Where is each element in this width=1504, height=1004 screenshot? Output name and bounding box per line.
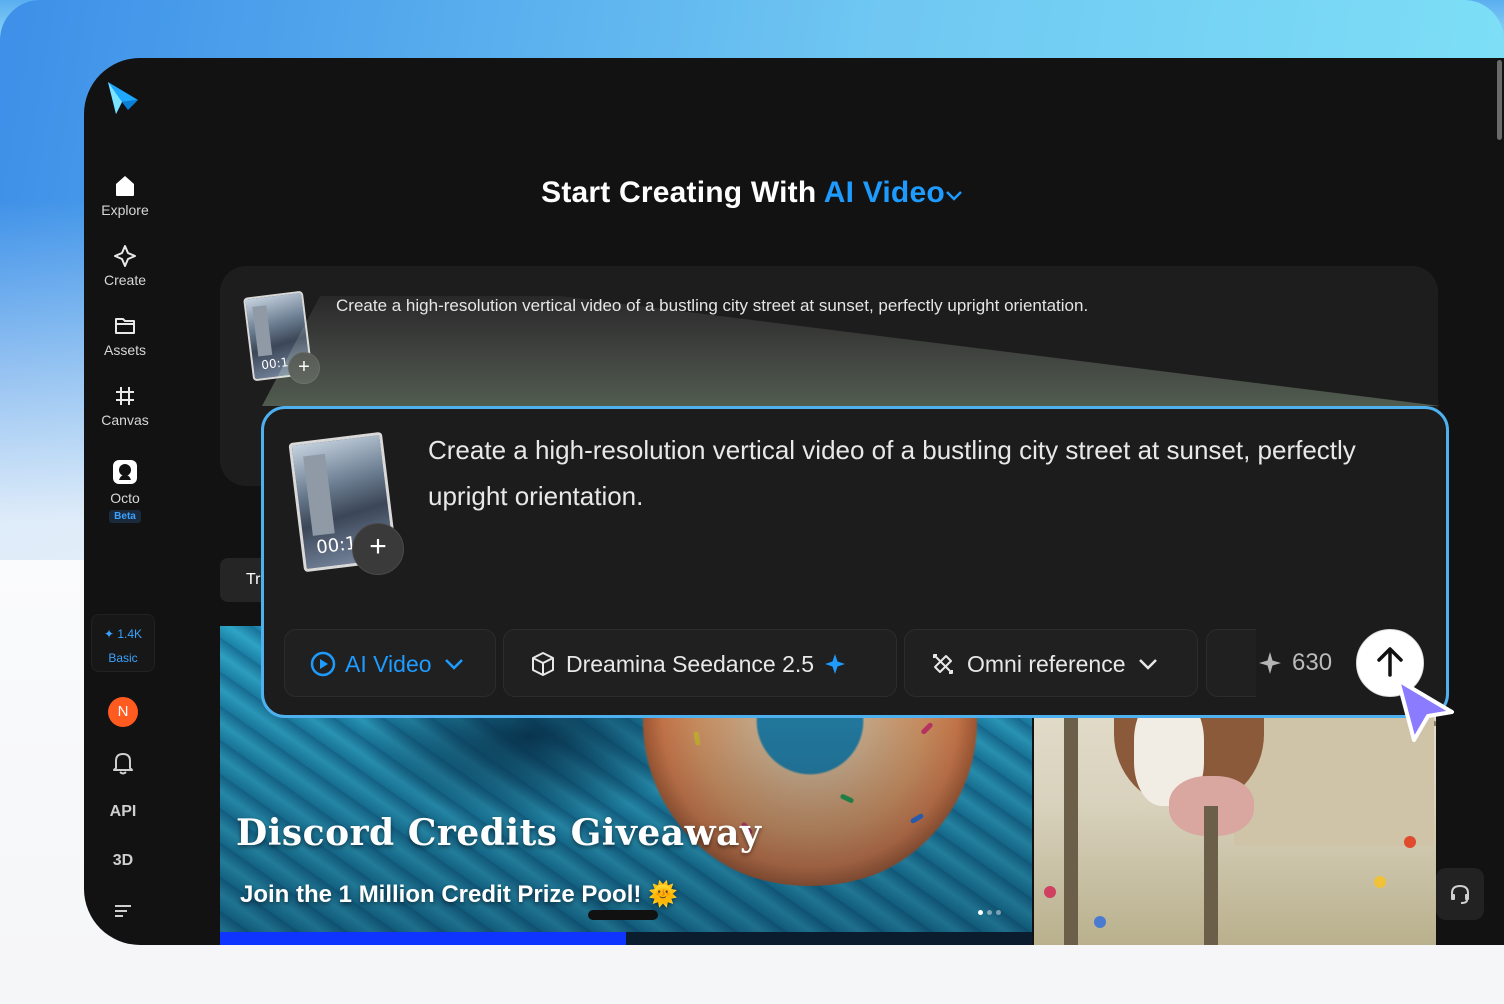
support-button[interactable] [1436,868,1484,920]
add-media-button[interactable]: + [352,523,404,575]
sidebar-item-label: Canvas [101,412,149,428]
arrow-up-icon [1377,647,1403,677]
zoomed-prompt-panel[interactable]: 00:1 + Create a high-resolution vertical… [261,406,1449,718]
plan-card[interactable]: ✦ 1.4K Basic [91,614,155,672]
headset-icon [1451,884,1469,904]
sidebar-item-label: Assets [103,342,146,358]
mode-dropdown[interactable]: AI Video [284,629,496,697]
flower [1374,876,1386,888]
sparkle-credit-icon [1259,652,1281,674]
page-title: Start Creating With AI Video [84,176,1504,210]
3d-link[interactable]: 3D [84,852,162,870]
bell-icon[interactable] [112,751,134,775]
canvas-frame-icon [116,387,134,405]
model-dropdown[interactable]: Dreamina Seedance 2.5 [503,629,897,697]
sidebar-item-canvas[interactable]: Canvas [84,384,166,428]
chevron-down-icon [444,659,463,670]
sidebar-item-assets[interactable]: Assets [84,314,166,358]
plan-tier: Basic [108,651,138,665]
octo-icon [113,460,137,484]
carousel-dots[interactable] [978,902,1005,920]
thumbnail-time: 00:1 [260,355,290,373]
flower [1094,916,1106,928]
fence-post [1204,806,1218,945]
sparkle-icon [825,654,846,674]
banner-subtitle: Join the 1 Million Credit Prize Pool! 🌞 [240,881,678,908]
add-media-button[interactable]: + [288,352,320,384]
cube-icon [532,652,554,676]
api-link[interactable]: API [84,803,162,821]
omni-reference-icon [933,654,953,674]
prompt-text-zoomed[interactable]: Create a high-resolution vertical video … [428,427,1428,519]
mode-selector[interactable]: AI Video [824,176,945,209]
banner-title: Discord Credits Giveaway [236,812,762,854]
mouse-cursor-icon [1396,678,1454,742]
scrollbar[interactable] [1497,60,1502,140]
chevron-down-icon [1138,659,1157,670]
sidebar-item-label: Octo [110,490,140,506]
home-indicator [588,910,658,920]
folder-icon [115,318,135,334]
sidebar-item-octo[interactable]: Octo Beta [84,458,166,523]
toolbar-overflow [1206,629,1256,697]
avatar[interactable]: N [108,697,138,727]
beta-badge: Beta [109,510,141,523]
video-play-icon [310,651,336,677]
banner-progress [220,932,1032,945]
menu-icon[interactable] [114,904,132,918]
credits-count: ✦ 1.4K [103,627,143,641]
chevron-down-icon[interactable] [945,190,963,202]
flower [1044,886,1056,898]
credit-cost: 630 [1258,629,1332,697]
sidebar-item-label: Create [103,272,147,288]
banner-progress-fill [220,932,626,945]
thumbnail-building [252,305,273,357]
flower [1404,836,1416,848]
thumbnail-building [303,453,335,536]
prompt-text[interactable]: Create a high-resolution vertical video … [336,296,1088,316]
sidebar-item-create[interactable]: Create [84,244,166,288]
reference-dropdown[interactable]: Omni reference [904,629,1198,697]
sparkle-diamond-icon [114,245,136,267]
logo-icon[interactable] [106,80,140,116]
